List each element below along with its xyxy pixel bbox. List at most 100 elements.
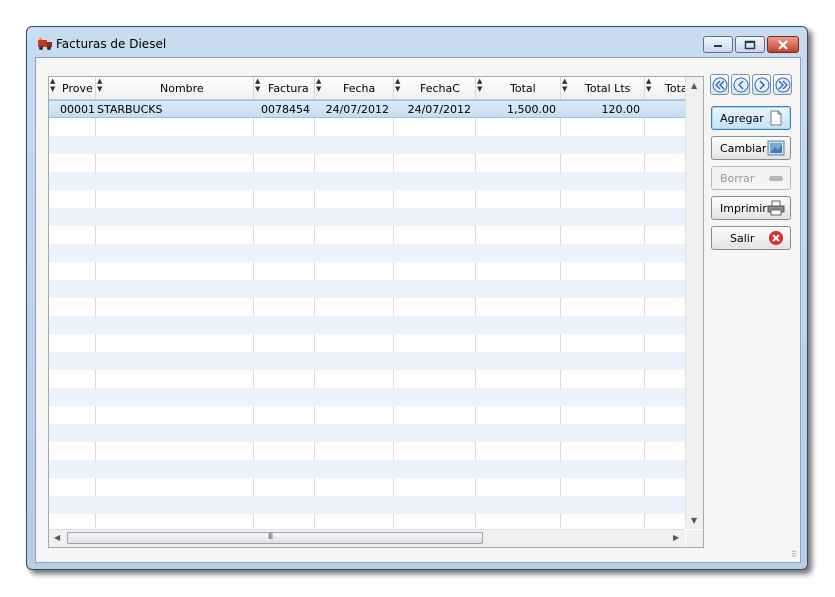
button-label: Imprimir [720, 202, 767, 215]
scroll-right-icon[interactable]: ▶ [673, 533, 679, 542]
empty-row [49, 424, 685, 442]
truck-icon [38, 38, 52, 50]
next-record-button[interactable] [752, 74, 771, 95]
empty-row [49, 352, 685, 370]
empty-row [49, 406, 685, 424]
invoices-grid[interactable]: ▲ ▼ Prove ▲ ▼ Nombre ▲ ▼ Factura ▲ ▼ Fecha ▲… [48, 76, 704, 548]
scroll-down-icon[interactable]: ▼ [691, 516, 697, 525]
cell-total-lts: 120.00 [601, 103, 641, 116]
empty-row [49, 244, 685, 262]
imprimir-button[interactable]: Imprimir [711, 196, 791, 220]
cell-tota [645, 101, 683, 119]
maximize-button[interactable] [735, 36, 765, 53]
sort-icon: ▲ ▼ [316, 77, 322, 93]
window-title: Facturas de Diesel [56, 37, 167, 51]
empty-row [49, 154, 685, 172]
vertical-scrollbar[interactable]: ▲ ▼ [685, 77, 703, 529]
empty-row [49, 316, 685, 334]
sort-icon: ▲ ▼ [562, 77, 568, 93]
agregar-button[interactable]: Agregar [711, 106, 791, 130]
sort-icon: ▲ ▼ [97, 77, 103, 93]
sort-icon: ▲ ▼ [255, 77, 261, 93]
scroll-up-icon[interactable]: ▲ [691, 81, 697, 90]
sort-icon: ▲ ▼ [477, 77, 483, 93]
record-navigation [710, 74, 794, 96]
cambiar-button[interactable]: Cambiar [711, 136, 791, 160]
client-area: ▲ ▼ Prove ▲ ▼ Nombre ▲ ▼ Factura ▲ ▼ Fecha ▲… [35, 57, 801, 563]
column-header-nombre[interactable]: ▲ ▼ Nombre [96, 77, 254, 99]
close-circle-icon [769, 231, 783, 245]
empty-row [49, 460, 685, 478]
empty-row [49, 478, 685, 496]
empty-row [49, 388, 685, 406]
column-header-factura[interactable]: ▲ ▼ Factura [254, 77, 315, 99]
button-label: Agregar [720, 112, 764, 125]
column-label: Total Lts [585, 82, 631, 95]
cell-total: 1,500.00 [507, 103, 556, 116]
column-label: Nombre [160, 82, 204, 95]
empty-row [49, 136, 685, 154]
double-chevron-left-icon [712, 77, 728, 93]
printer-icon [767, 200, 785, 216]
empty-row [49, 262, 685, 280]
empty-row [49, 226, 685, 244]
chevron-left-icon [733, 77, 749, 93]
empty-row [49, 298, 685, 316]
edit-picture-icon [767, 140, 785, 156]
column-header-total[interactable]: ▲ ▼ Total [476, 77, 561, 99]
scroll-left-icon[interactable]: ◀ [54, 533, 60, 542]
close-button[interactable] [767, 36, 799, 53]
empty-row [49, 172, 685, 190]
resize-grip-icon[interactable]: ⠿ [791, 550, 797, 559]
cell-nombre: STARBUCKS [97, 103, 163, 116]
empty-row [49, 190, 685, 208]
empty-row [49, 280, 685, 298]
salir-button[interactable]: Salir [711, 226, 791, 250]
cell-factura: 0078454 [261, 103, 310, 116]
sort-icon: ▲ ▼ [646, 77, 652, 93]
cell-prove: 00001 [60, 103, 94, 116]
new-document-icon [770, 110, 782, 126]
maximize-icon [744, 40, 756, 49]
grid-header: ▲ ▼ Prove ▲ ▼ Nombre ▲ ▼ Factura ▲ ▼ Fecha ▲… [49, 77, 685, 100]
table-row[interactable]: 00001 STARBUCKS 0078454 24/07/2012 24/07… [49, 100, 685, 118]
button-label: Salir [730, 232, 755, 245]
horizontal-scrollbar[interactable]: ◀ III ▶ [49, 529, 685, 547]
previous-record-button[interactable] [731, 74, 750, 95]
close-icon [778, 39, 788, 50]
column-header-prove[interactable]: ▲ ▼ Prove [49, 77, 96, 99]
sort-icon: ▲ ▼ [50, 77, 56, 93]
main-window: Facturas de Diesel ▲▼ Prove ▲▼ Nombre [26, 26, 808, 570]
cell-fecha: 24/07/2012 [325, 103, 389, 116]
borrar-button[interactable]: Borrar [711, 166, 791, 190]
column-label: Tota [665, 82, 685, 95]
empty-row [49, 118, 685, 136]
empty-row [49, 496, 685, 514]
column-header-total-lts[interactable]: ▲ ▼ Total Lts [561, 77, 645, 99]
button-label: Cambiar [720, 142, 767, 155]
empty-row [49, 334, 685, 352]
minimize-icon [714, 44, 722, 47]
button-label: Borrar [720, 172, 755, 185]
scroll-corner [686, 530, 703, 547]
cell-fechac: 24/07/2012 [407, 103, 471, 116]
column-label: FechaC [420, 82, 460, 95]
horizontal-scroll-thumb[interactable]: III [67, 532, 483, 544]
last-record-button[interactable] [773, 74, 792, 95]
column-label: Factura [268, 82, 309, 95]
sort-icon: ▲ ▼ [395, 77, 401, 93]
chevron-right-icon [754, 77, 770, 93]
column-header-tota[interactable]: ▲▼ Tota [645, 77, 685, 99]
column-header-fecha[interactable]: ▲ ▼ Fecha [315, 77, 394, 99]
first-record-button[interactable] [710, 74, 729, 95]
column-label: Fecha [343, 82, 376, 95]
double-chevron-right-icon [775, 77, 791, 93]
column-label: Prove [62, 82, 93, 95]
title-bar[interactable]: Facturas de Diesel [27, 27, 807, 57]
empty-row [49, 370, 685, 388]
column-label: Total [510, 82, 536, 95]
minus-icon [769, 176, 783, 181]
minimize-button[interactable] [703, 36, 733, 53]
column-header-fechac[interactable]: ▲ ▼ FechaC [394, 77, 476, 99]
empty-row [49, 208, 685, 226]
